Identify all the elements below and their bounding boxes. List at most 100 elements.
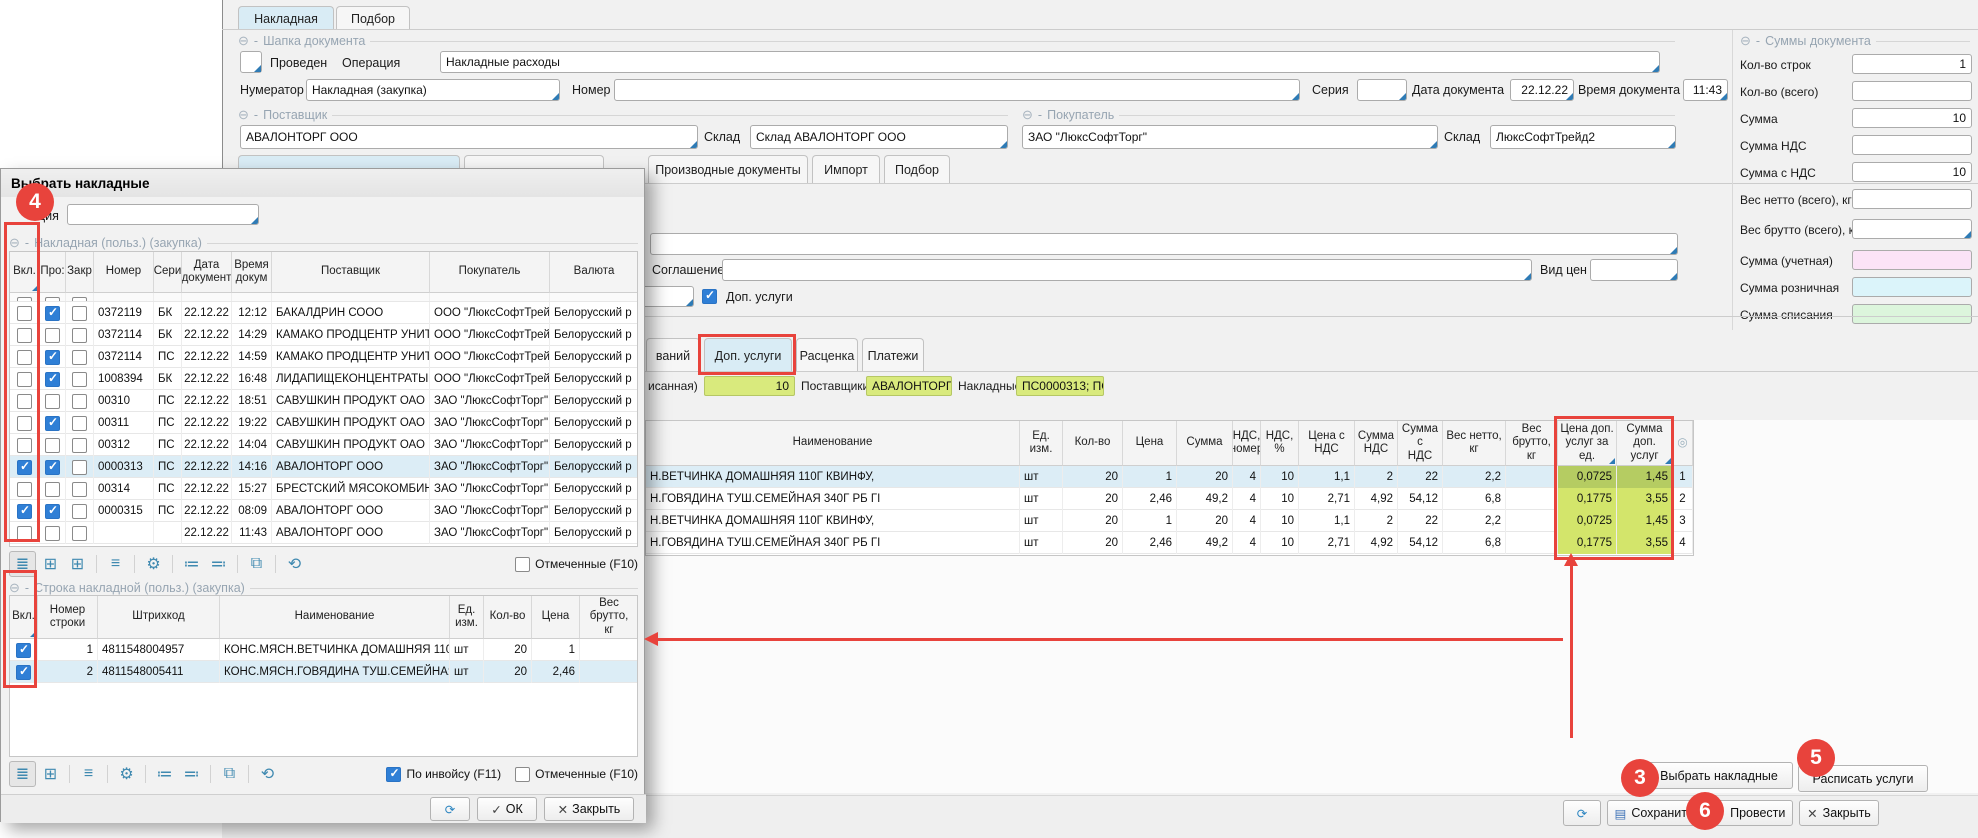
tab-rates[interactable]: Расценка bbox=[796, 338, 858, 372]
tab-partial[interactable]: ваний bbox=[646, 338, 700, 372]
checkbox-checked[interactable] bbox=[45, 504, 60, 519]
buyer-field[interactable]: ЗАО "ЛюксСофтТорг" bbox=[1022, 125, 1438, 149]
invoice-row[interactable] bbox=[10, 293, 637, 302]
checkbox-unchecked[interactable] bbox=[515, 557, 530, 572]
checkbox-unchecked[interactable] bbox=[72, 504, 87, 519]
reload-icon[interactable]: ⟲ bbox=[282, 552, 307, 576]
checkbox-checked[interactable] bbox=[16, 665, 31, 680]
collapse-icon[interactable]: ⊖ bbox=[1740, 33, 1751, 49]
number-field[interactable] bbox=[614, 79, 1300, 101]
checkbox-unchecked[interactable] bbox=[45, 394, 60, 409]
view-grid-dates-icon[interactable]: ⊞ bbox=[65, 552, 90, 576]
column-header[interactable]: НДС, % bbox=[1261, 421, 1299, 466]
open-window-icon[interactable]: ⧉ bbox=[217, 762, 242, 786]
column-header[interactable]: Цена с НДС bbox=[1299, 421, 1355, 466]
checkbox-unchecked[interactable] bbox=[17, 438, 32, 453]
column-header[interactable]: Валюта bbox=[550, 252, 638, 293]
unlabeled-field[interactable] bbox=[650, 233, 1678, 255]
totals-field[interactable] bbox=[1852, 81, 1972, 101]
invoice-line-row[interactable]: 14811548004957КОНС.МЯСН.ВЕТЧИНКА ДОМАШНЯ… bbox=[10, 639, 637, 661]
filter-icon[interactable]: ≡ bbox=[103, 552, 128, 576]
filter-icon[interactable]: ≡ bbox=[76, 762, 101, 786]
tab-podbor[interactable]: Подбор bbox=[336, 6, 410, 30]
cell-closed[interactable] bbox=[66, 456, 94, 478]
dialog-title[interactable]: Выбрать накладные bbox=[1, 169, 644, 197]
checkbox-checked[interactable] bbox=[45, 416, 60, 431]
invoice-row[interactable]: 0372114ПС22.12.2214:59КАМАКО ПРОДЦЕНТР У… bbox=[10, 346, 637, 368]
invoice-row[interactable]: 00310ПС22.12.2218:51САВУШКИН ПРОДУКТ ОАО… bbox=[10, 390, 637, 412]
cell-closed[interactable] bbox=[66, 346, 94, 368]
cell-closed[interactable] bbox=[66, 434, 94, 456]
column-header[interactable]: Сумма с НДС bbox=[1398, 421, 1443, 466]
column-header[interactable]: НДС, номер bbox=[1233, 421, 1261, 466]
column-header[interactable]: Сумма НДС bbox=[1355, 421, 1398, 466]
invoice-row[interactable]: 00311ПС22.12.2219:22САВУШКИН ПРОДУКТ ОАО… bbox=[10, 412, 637, 434]
goods-row[interactable]: Н.ВЕТЧИНКА ДОМАШНЯЯ 110Г КВИНФУ,шт201204… bbox=[646, 510, 1693, 532]
totals-field[interactable] bbox=[1852, 250, 1972, 270]
price-kind-field[interactable] bbox=[1590, 259, 1678, 281]
column-header[interactable]: Кол-во bbox=[484, 596, 532, 639]
cell-incl[interactable] bbox=[10, 324, 40, 346]
checkbox-unchecked[interactable] bbox=[72, 460, 87, 475]
dialog-ok-button[interactable]: ✓ ОК bbox=[477, 797, 537, 821]
view-grid-icon[interactable]: ⊞ bbox=[38, 552, 63, 576]
seria-field[interactable] bbox=[1357, 79, 1407, 101]
invoice-row[interactable]: 1008394БК22.12.2216:48ЛИДАПИЩЕКОНЦЕНТРАТ… bbox=[10, 368, 637, 390]
column-header[interactable]: Цена bbox=[1123, 421, 1177, 466]
goods-row[interactable]: Н.ВЕТЧИНКА ДОМАШНЯЯ 110Г КВИНФУ,шт201204… bbox=[646, 466, 1693, 488]
close-button[interactable]: ✕ Закрыть bbox=[1799, 800, 1879, 826]
column-header[interactable]: Номер строки bbox=[38, 596, 98, 639]
column-header[interactable]: Цена доп. услуг за ед. bbox=[1558, 421, 1617, 466]
checkbox-unchecked[interactable] bbox=[17, 306, 32, 321]
totals-field[interactable]: 10 bbox=[1852, 162, 1972, 182]
invoice-row[interactable]: 22.12.2211:43АВАЛОНТОРГ ОООЗАО "ЛюксСофт… bbox=[10, 522, 637, 544]
goods-row[interactable]: Н.ГОВЯДИНА ТУШ.СЕМЕЙНАЯ 340Г РБ ГІшт202,… bbox=[646, 532, 1693, 554]
checkbox-checked[interactable] bbox=[17, 460, 32, 475]
checkbox-checked[interactable] bbox=[17, 504, 32, 519]
goods-row[interactable]: Н.ГОВЯДИНА ТУШ.СЕМЕЙНАЯ 340Г РБ ГІшт202,… bbox=[646, 488, 1693, 510]
invoice-row[interactable]: 00314ПС22.12.2215:27БРЕСТСКИЙ МЯСОКОМБИН… bbox=[10, 478, 637, 500]
collapse-icon[interactable]: ⊖ bbox=[1022, 107, 1033, 123]
checkbox-unchecked[interactable] bbox=[72, 328, 87, 343]
tab-payments[interactable]: Платежи bbox=[862, 338, 924, 372]
column-header[interactable]: Сумма bbox=[1177, 421, 1233, 466]
checkbox-unchecked[interactable] bbox=[17, 482, 32, 497]
column-header[interactable]: Покупатель bbox=[430, 252, 550, 293]
table-options-icon[interactable]: ◎ bbox=[1673, 421, 1693, 466]
column-header[interactable]: Ед. изм. bbox=[1020, 421, 1063, 466]
cell-posted[interactable] bbox=[40, 302, 66, 324]
by-invoice-checkbox[interactable]: По инвойсу (F11) bbox=[386, 767, 501, 782]
totals-field[interactable] bbox=[1852, 219, 1972, 239]
proveden-checkbox[interactable] bbox=[240, 51, 262, 73]
cell-closed[interactable] bbox=[66, 368, 94, 390]
invoice-row[interactable]: 0000313ПС22.12.2214:16АВАЛОНТОРГ ОООЗАО … bbox=[10, 456, 637, 478]
settings-gear-icon[interactable]: ⚙ bbox=[141, 552, 166, 576]
checkbox-unchecked[interactable] bbox=[45, 328, 60, 343]
cell-incl[interactable] bbox=[10, 390, 40, 412]
totals-field[interactable] bbox=[1852, 304, 1972, 324]
cell-posted[interactable] bbox=[40, 434, 66, 456]
invoice-row[interactable]: 00312ПС22.12.2214:04САВУШКИН ПРОДУКТ ОАО… bbox=[10, 434, 637, 456]
cell-posted[interactable] bbox=[40, 346, 66, 368]
checkbox-unchecked[interactable] bbox=[17, 372, 32, 387]
agreement-field[interactable] bbox=[722, 259, 1532, 281]
checkbox-unchecked[interactable] bbox=[72, 482, 87, 497]
checkbox-unchecked[interactable] bbox=[17, 394, 32, 409]
cell-closed[interactable] bbox=[66, 324, 94, 346]
cell-closed[interactable] bbox=[66, 390, 94, 412]
add-lines-icon[interactable]: ≕ bbox=[179, 762, 204, 786]
checkbox-unchecked[interactable] bbox=[72, 394, 87, 409]
cell-incl[interactable] bbox=[10, 368, 40, 390]
checkbox-unchecked[interactable] bbox=[515, 767, 530, 782]
cell-incl[interactable] bbox=[10, 346, 40, 368]
marked-filter-checkbox[interactable]: Отмеченные (F10) bbox=[515, 767, 638, 782]
column-header[interactable]: Сумма доп. услуг bbox=[1617, 421, 1673, 466]
checkbox-unchecked[interactable] bbox=[72, 372, 87, 387]
column-header[interactable]: Вес брутто, кг bbox=[1506, 421, 1558, 466]
numbered-list-icon[interactable]: ≔ bbox=[152, 762, 177, 786]
cell-incl[interactable] bbox=[10, 302, 40, 324]
column-header[interactable]: Вкл. bbox=[10, 596, 38, 639]
cell-closed[interactable] bbox=[66, 293, 94, 302]
cell-posted[interactable] bbox=[40, 500, 66, 522]
collapse-icon[interactable]: ⊖ bbox=[238, 107, 249, 123]
